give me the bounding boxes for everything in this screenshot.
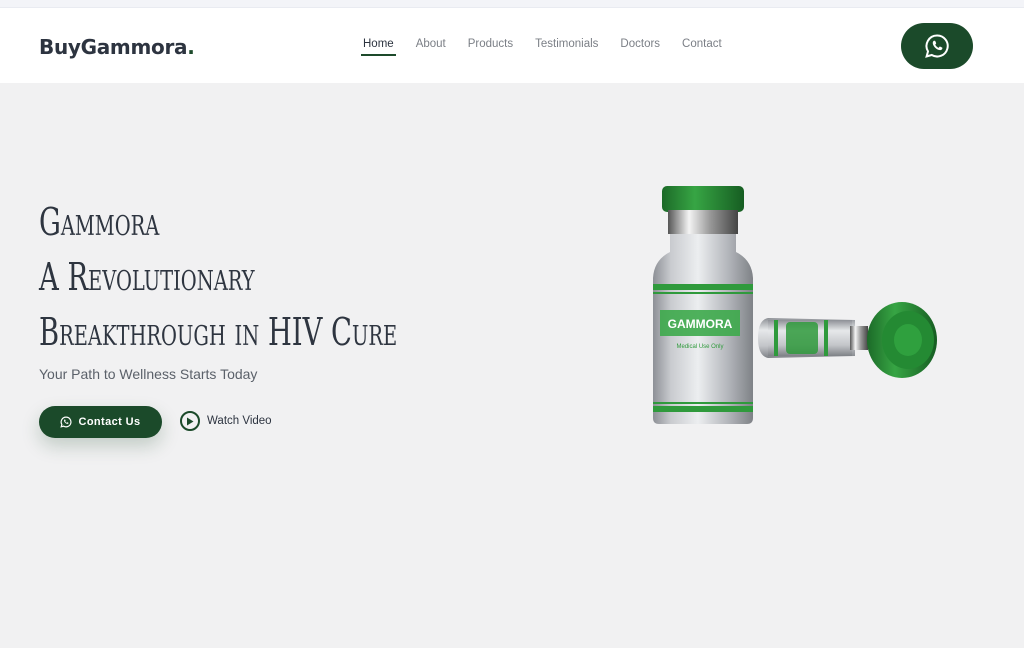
whatsapp-icon <box>60 416 72 428</box>
hero-title: Gammora A Revolutionary Breakthrough in … <box>39 195 397 360</box>
whatsapp-icon <box>925 34 949 58</box>
nav-contact[interactable]: Contact <box>682 38 722 56</box>
whatsapp-button[interactable] <box>901 23 973 69</box>
product-vials-image: GAMMORA Medical Use Only <box>653 186 937 424</box>
watch-video-label: Watch Video <box>207 415 272 427</box>
hero-title-line-2: A Revolutionary <box>39 255 255 299</box>
brand-logo[interactable]: BuyGammora. <box>39 35 195 59</box>
contact-us-label: Contact Us <box>78 416 141 428</box>
watch-video-button[interactable]: Watch Video <box>180 411 272 431</box>
nav-testimonials[interactable]: Testimonials <box>535 38 598 56</box>
nav-about[interactable]: About <box>416 38 446 56</box>
standing-vial: GAMMORA Medical Use Only <box>653 186 753 424</box>
vial-brand-label: GAMMORA <box>668 317 733 331</box>
vial-small-label: Medical Use Only <box>676 344 723 350</box>
hero-title-line-3: Breakthrough in HIV Cure <box>39 310 398 354</box>
navbar: BuyGammora. Home About Products Testimon… <box>0 8 1024 83</box>
hero-subtitle: Your Path to Wellness Starts Today <box>39 366 258 382</box>
top-strip <box>0 0 1024 8</box>
nav-doctors[interactable]: Doctors <box>620 38 660 56</box>
contact-us-button[interactable]: Contact Us <box>39 406 162 438</box>
main-nav: Home About Products Testimonials Doctors… <box>352 38 733 56</box>
brand-logo-dot: . <box>187 35 195 59</box>
brand-logo-text: BuyGammora <box>39 35 188 59</box>
nav-home[interactable]: Home <box>361 38 396 56</box>
play-icon <box>180 411 200 431</box>
nav-products[interactable]: Products <box>468 38 513 56</box>
lying-vial <box>758 302 937 378</box>
hero-title-line-1: Gammora <box>39 200 160 244</box>
